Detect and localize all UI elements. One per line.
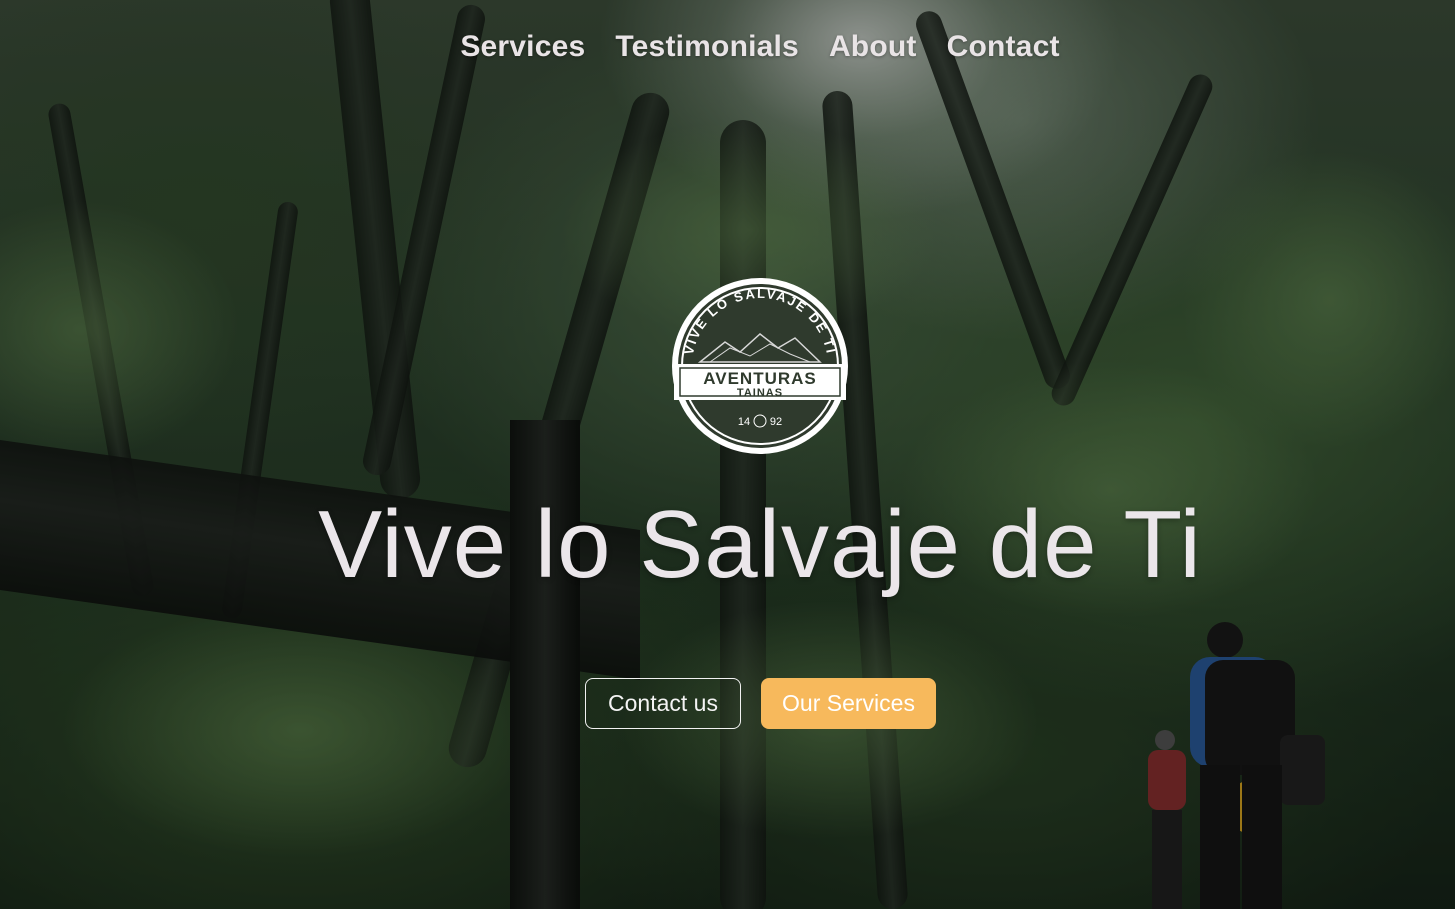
main-nav: Services Testimonials About Contact: [0, 30, 1455, 64]
logo-year-right: 92: [770, 416, 782, 428]
logo-brand-bottom: TAINAS: [737, 387, 783, 399]
contact-us-button[interactable]: Contact us: [585, 678, 741, 729]
nav-testimonials-link[interactable]: Testimonials: [615, 30, 799, 64]
hero-headline: Vive lo Salvaje de Ti: [318, 491, 1202, 598]
nav-services-link[interactable]: Services: [460, 30, 585, 64]
logo-brand-top: AVENTURAS: [703, 369, 817, 388]
hero-section: Services Testimonials About Contact VIVE…: [0, 0, 1455, 909]
cta-buttons: Contact us Our Services: [585, 678, 936, 729]
nav-contact-link[interactable]: Contact: [947, 30, 1060, 64]
our-services-button[interactable]: Our Services: [761, 678, 936, 729]
nav-about-link[interactable]: About: [829, 30, 917, 64]
logo-year-left: 14: [738, 416, 750, 428]
brand-logo: VIVE LO SALVAJE DE TI AVENTURAS TAINAS 1…: [672, 278, 848, 454]
